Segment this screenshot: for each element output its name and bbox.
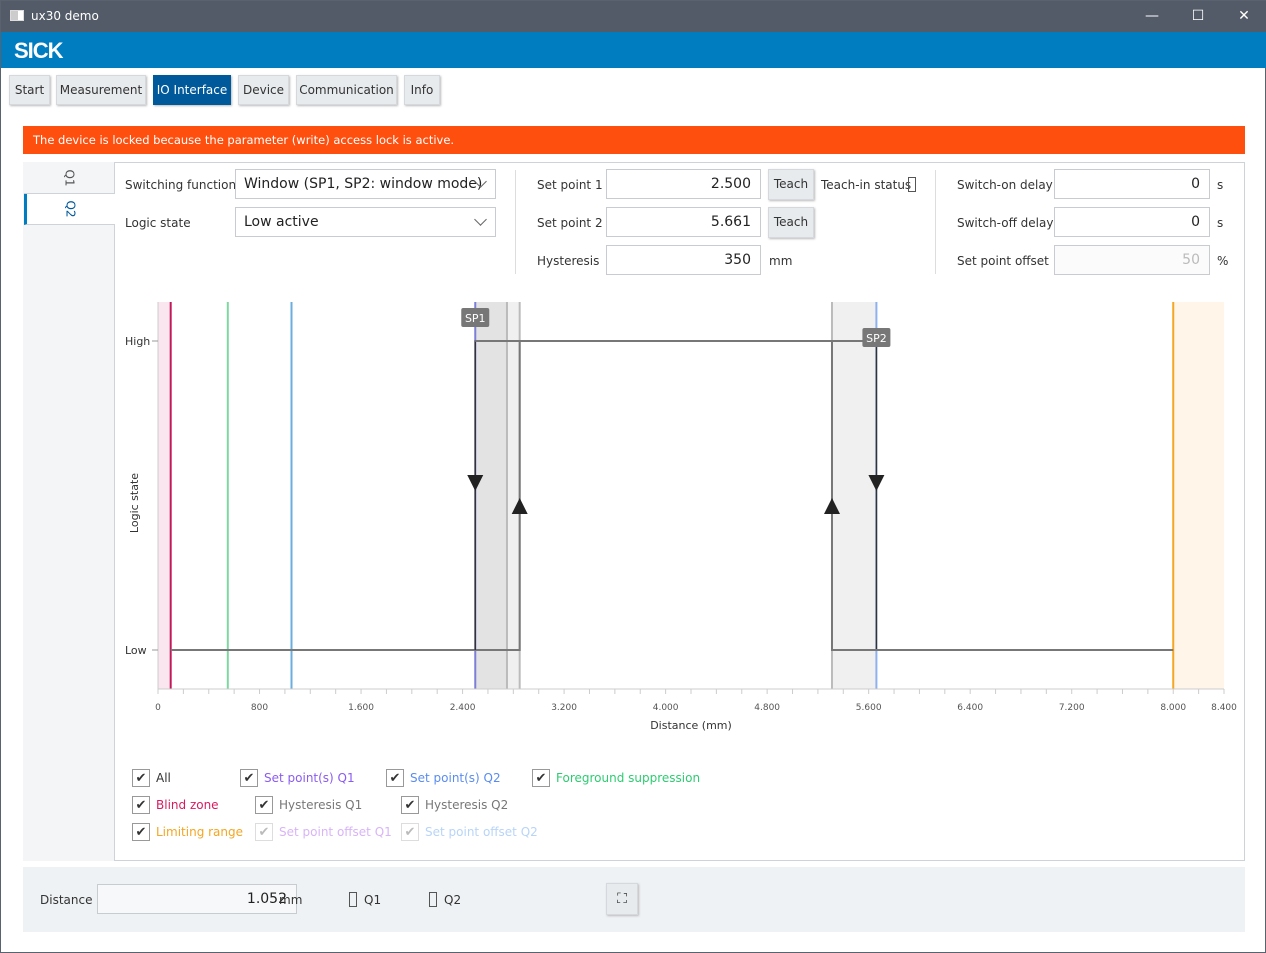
- tab-communication[interactable]: Communication: [296, 75, 397, 105]
- legend-checkbox-set-point-s-q2[interactable]: ✔ Set point(s) Q2: [386, 768, 501, 788]
- sick-logo: SICK: [14, 38, 64, 63]
- hysteresis-input[interactable]: 350: [606, 245, 761, 275]
- switching-function-value: Window (SP1, SP2: window mode): [244, 176, 483, 192]
- legend-label: Foreground suppression: [556, 771, 701, 785]
- legend-checkbox-foreground-suppression[interactable]: ✔ Foreground suppression: [532, 768, 700, 788]
- teach-sp2-button[interactable]: Teach: [768, 207, 814, 238]
- teach-in-status-indicator: [908, 177, 916, 192]
- legend-label: Set point(s) Q1: [264, 771, 355, 785]
- window-title: ux30 demo: [31, 9, 99, 23]
- minimize-icon[interactable]: —: [1129, 1, 1175, 32]
- distance-unit: mm: [279, 893, 303, 907]
- legend-checkbox-hysteresis-q1[interactable]: ✔ Hysteresis Q1: [255, 795, 362, 815]
- fullscreen-icon: ⛶: [617, 891, 627, 907]
- q1-label: Q1: [364, 893, 382, 907]
- switching-function-select[interactable]: Window (SP1, SP2: window mode): [235, 169, 496, 199]
- legend-label: Set point offset Q2: [425, 825, 538, 839]
- logic-state-label: Logic state: [125, 216, 191, 230]
- logic-state-value: Low active: [244, 214, 319, 230]
- legend-label: Hysteresis Q2: [425, 798, 509, 812]
- tab-io-interface[interactable]: IO Interface: [153, 75, 231, 105]
- fullscreen-button[interactable]: ⛶: [606, 883, 638, 915]
- switch-off-delay-input[interactable]: 0: [1054, 207, 1210, 237]
- distance-value: 1.052: [97, 884, 297, 914]
- set-point-offset-unit: %: [1217, 254, 1229, 268]
- lock-warning-banner: The device is locked because the paramet…: [23, 126, 1245, 154]
- legend-checkbox-set-point-offset-q1[interactable]: ✔ Set point offset Q1: [255, 822, 392, 842]
- brand-bar: [1, 32, 1266, 68]
- logic-state-select[interactable]: Low active: [235, 207, 496, 237]
- distance-label: Distance: [40, 893, 93, 907]
- switch-on-delay-unit: s: [1217, 178, 1224, 192]
- switch-on-delay-label: Switch-on delay: [957, 178, 1053, 192]
- set-point-offset-input[interactable]: 50: [1054, 245, 1210, 275]
- tab-q2-label: Q2: [64, 200, 78, 218]
- set-point-offset-label: Set point offset: [957, 254, 1049, 268]
- maximize-icon[interactable]: ☐: [1175, 1, 1221, 32]
- hysteresis-label: Hysteresis: [537, 254, 600, 268]
- set-point-1-input[interactable]: 2.500: [606, 169, 761, 199]
- switching-function-label: Switching function: [125, 178, 237, 192]
- hysteresis-unit: mm: [769, 254, 793, 268]
- tab-q1-label: Q1: [62, 169, 77, 187]
- legend-label: Set point(s) Q2: [410, 771, 501, 785]
- checkmark-icon: ✔: [532, 769, 550, 787]
- switch-off-delay-unit: s: [1217, 216, 1224, 230]
- checkmark-icon: ✔: [401, 823, 419, 841]
- close-icon[interactable]: ✕: [1221, 1, 1266, 32]
- tab-q1[interactable]: Q1: [24, 163, 115, 194]
- chevron-down-icon: [474, 213, 487, 226]
- q1-indicator: [349, 892, 357, 907]
- q2-label: Q2: [444, 893, 462, 907]
- set-point-2-label: Set point 2: [537, 216, 603, 230]
- checkmark-icon: ✔: [132, 796, 150, 814]
- checkmark-icon: ✔: [255, 796, 273, 814]
- checkmark-icon: ✔: [401, 796, 419, 814]
- set-point-2-input[interactable]: 5.661: [606, 207, 761, 237]
- legend-checkbox-set-point-s-q1[interactable]: ✔ Set point(s) Q1: [240, 768, 355, 788]
- tab-device[interactable]: Device: [238, 75, 289, 105]
- legend-checkbox-blind-zone[interactable]: ✔ Blind zone: [132, 795, 219, 815]
- legend-checkbox-hysteresis-q2[interactable]: ✔ Hysteresis Q2: [401, 795, 508, 815]
- status-bar: Distance 1.052 mm Q1 Q2 ⛶: [23, 867, 1245, 932]
- legend-checkbox-limiting-range[interactable]: ✔ Limiting range: [132, 822, 243, 842]
- q2-indicator: [429, 892, 437, 907]
- checkmark-icon: ✔: [255, 823, 273, 841]
- legend-label: Blind zone: [156, 798, 219, 812]
- legend-label: All: [156, 771, 171, 785]
- switch-on-delay-input[interactable]: 0: [1054, 169, 1210, 199]
- tab-info[interactable]: Info: [404, 75, 440, 105]
- output-tabs: [23, 162, 115, 861]
- legend-label: Set point offset Q1: [279, 825, 392, 839]
- legend-checkbox-all[interactable]: ✔ All: [132, 768, 171, 788]
- checkmark-icon: ✔: [240, 769, 258, 787]
- tab-measurement[interactable]: Measurement: [56, 75, 146, 105]
- divider: [935, 170, 936, 274]
- set-point-1-label: Set point 1: [537, 178, 603, 192]
- legend-label: Hysteresis Q1: [279, 798, 363, 812]
- checkmark-icon: ✔: [386, 769, 404, 787]
- legend-checkbox-set-point-offset-q2[interactable]: ✔ Set point offset Q2: [401, 822, 538, 842]
- app-icon: [10, 10, 24, 21]
- checkmark-icon: ✔: [132, 823, 150, 841]
- divider: [515, 170, 516, 274]
- switch-off-delay-label: Switch-off delay: [957, 216, 1054, 230]
- legend-label: Limiting range: [156, 825, 244, 839]
- tab-q2[interactable]: Q2: [24, 194, 115, 225]
- teach-in-status-label: Teach-in status: [821, 178, 912, 192]
- title-bar: ux30 demo — ☐ ✕: [1, 1, 1266, 32]
- teach-sp1-button[interactable]: Teach: [768, 169, 814, 200]
- tab-start[interactable]: Start: [9, 75, 50, 105]
- checkmark-icon: ✔: [132, 769, 150, 787]
